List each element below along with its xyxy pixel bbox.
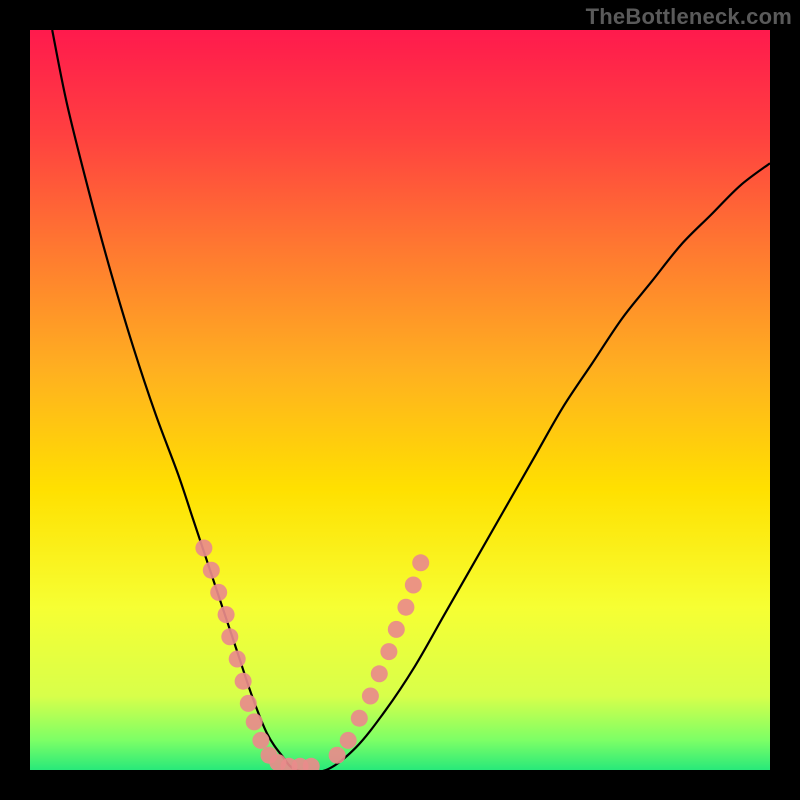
plot-area bbox=[30, 30, 770, 770]
watermark-label: TheBottleneck.com bbox=[586, 4, 792, 30]
gradient-background bbox=[30, 30, 770, 770]
chart-container: TheBottleneck.com bbox=[0, 0, 800, 800]
